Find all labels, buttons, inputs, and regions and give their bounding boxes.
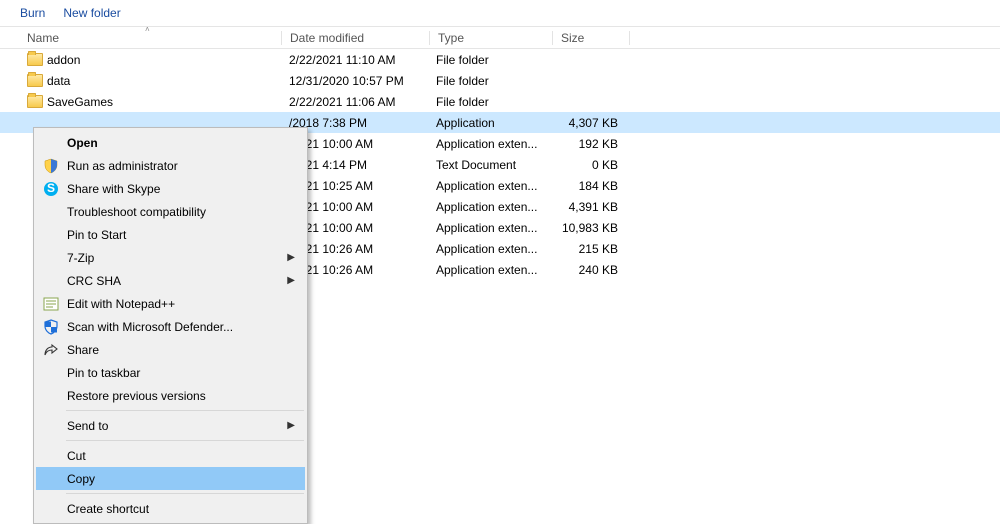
menu-item[interactable]: Share — [36, 338, 305, 361]
menu-item[interactable]: CRC SHA ▶ — [36, 269, 305, 292]
file-type-cell: Application exten... — [428, 137, 550, 151]
menu-item-label: Copy — [67, 472, 95, 486]
file-date-cell: 12/31/2020 10:57 PM — [281, 74, 428, 88]
menu-item[interactable]: Copy — [36, 467, 305, 490]
folder-icon — [27, 74, 43, 87]
menu-item[interactable]: Send to ▶ — [36, 414, 305, 437]
column-headers: ˄ Name Date modified Type Size — [0, 27, 1000, 49]
context-menu: Open Run as administrator S Share with Skyp… — [33, 127, 308, 524]
file-type-cell: Application exten... — [428, 179, 550, 193]
menu-item-label: Share — [67, 343, 99, 357]
file-size-cell: 4,307 KB — [550, 116, 626, 130]
file-size-cell: 0 KB — [550, 158, 626, 172]
file-type-cell: Application — [428, 116, 550, 130]
toolbar-new-folder[interactable]: New folder — [63, 6, 120, 20]
file-size-cell: 184 KB — [550, 179, 626, 193]
shield-icon — [43, 158, 59, 174]
menu-item[interactable]: Create shortcut — [36, 497, 305, 520]
menu-item[interactable]: Open — [36, 131, 305, 154]
menu-separator — [66, 440, 304, 441]
file-name-label: SaveGames — [47, 95, 113, 109]
column-header-type[interactable]: Type — [430, 27, 552, 48]
file-size-cell: 192 KB — [550, 137, 626, 151]
menu-item-label: Scan with Microsoft Defender... — [67, 320, 233, 334]
menu-item[interactable]: Pin to taskbar — [36, 361, 305, 384]
file-row[interactable]: addon 2/22/2021 11:10 AMFile folder — [0, 49, 1000, 70]
file-size-cell: 4,391 KB — [550, 200, 626, 214]
menu-item-label: 7-Zip — [67, 251, 94, 265]
file-date-cell: 2/22/2021 11:06 AM — [281, 95, 428, 109]
menu-item-label: Create shortcut — [67, 502, 149, 516]
file-type-cell: File folder — [428, 95, 550, 109]
file-type-cell: Application exten... — [428, 221, 550, 235]
toolbar-burn[interactable]: Burn — [20, 6, 45, 20]
submenu-arrow-icon: ▶ — [287, 252, 295, 263]
menu-item-label: Share with Skype — [67, 182, 160, 196]
defender-icon — [43, 319, 59, 335]
file-type-cell: File folder — [428, 74, 550, 88]
skype-icon: S — [43, 181, 59, 197]
menu-item-label: Edit with Notepad++ — [67, 297, 175, 311]
column-header-date[interactable]: Date modified — [282, 27, 429, 48]
column-header-size[interactable]: Size — [553, 27, 629, 48]
menu-item[interactable]: Restore previous versions — [36, 384, 305, 407]
menu-item-label: Run as administrator — [67, 159, 178, 173]
sort-arrow-icon: ˄ — [145, 25, 150, 34]
menu-item[interactable]: S Share with Skype — [36, 177, 305, 200]
menu-item[interactable]: Cut — [36, 444, 305, 467]
file-row[interactable]: data 12/31/2020 10:57 PMFile folder — [0, 70, 1000, 91]
file-date-cell: 2/22/2021 11:10 AM — [281, 53, 428, 67]
menu-item-label: Send to — [67, 419, 108, 433]
folder-icon — [27, 53, 43, 66]
menu-item-label: Open — [67, 136, 98, 150]
submenu-arrow-icon: ▶ — [287, 275, 295, 286]
menu-item-label: Restore previous versions — [67, 389, 206, 403]
column-separator — [629, 31, 630, 45]
menu-item[interactable]: Edit with Notepad++ — [36, 292, 305, 315]
submenu-arrow-icon: ▶ — [287, 420, 295, 431]
menu-item[interactable]: Troubleshoot compatibility — [36, 200, 305, 223]
file-name-cell: data — [0, 74, 281, 88]
file-type-cell: File folder — [428, 53, 550, 67]
file-size-cell: 10,983 KB — [550, 221, 626, 235]
share-icon — [43, 342, 59, 358]
file-name-cell: addon — [0, 53, 281, 67]
toolbar: Burn New folder — [0, 0, 1000, 27]
menu-item-label: Troubleshoot compatibility — [67, 205, 206, 219]
file-name-label: addon — [47, 53, 80, 67]
menu-item[interactable]: Scan with Microsoft Defender... — [36, 315, 305, 338]
file-type-cell: Application exten... — [428, 200, 550, 214]
file-name-label: data — [47, 74, 70, 88]
menu-item-label: Pin to Start — [67, 228, 126, 242]
menu-item-label: CRC SHA — [67, 274, 121, 288]
npp-icon — [43, 296, 59, 312]
folder-icon — [27, 95, 43, 108]
file-type-cell: Application exten... — [428, 263, 550, 277]
column-header-name[interactable]: Name — [0, 27, 281, 48]
menu-separator — [66, 410, 304, 411]
menu-item-label: Pin to taskbar — [67, 366, 140, 380]
file-row[interactable]: SaveGames 2/22/2021 11:06 AMFile folder — [0, 91, 1000, 112]
svg-text:S: S — [47, 181, 55, 195]
file-size-cell: 240 KB — [550, 263, 626, 277]
file-type-cell: Text Document — [428, 158, 550, 172]
menu-separator — [66, 493, 304, 494]
menu-item[interactable]: Pin to Start — [36, 223, 305, 246]
file-name-cell: SaveGames — [0, 95, 281, 109]
file-type-cell: Application exten... — [428, 242, 550, 256]
menu-item[interactable]: 7-Zip ▶ — [36, 246, 305, 269]
file-size-cell: 215 KB — [550, 242, 626, 256]
menu-item[interactable]: Run as administrator — [36, 154, 305, 177]
menu-item-label: Cut — [67, 449, 86, 463]
